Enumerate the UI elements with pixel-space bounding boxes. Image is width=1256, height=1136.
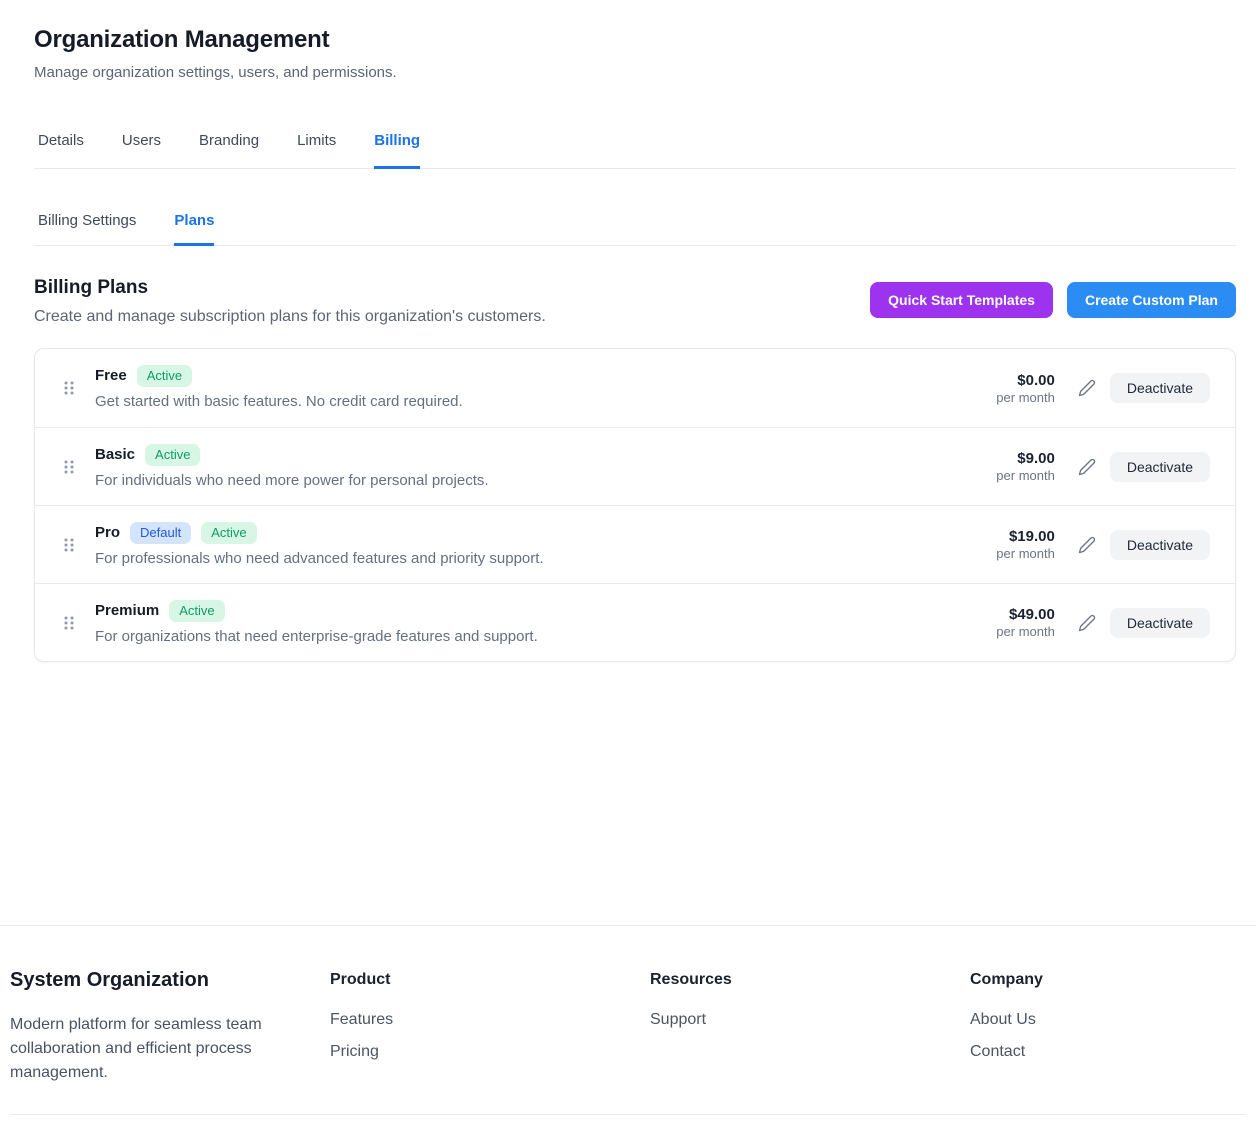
plan-name: Premium [95,602,159,620]
plan-price: $0.00 per month [996,371,1055,406]
plan-row-pro: Pro Default Active For professionals who… [35,505,1235,583]
status-badge-active: Active [137,365,192,387]
footer-column-product: Product Features Pricing [330,926,650,1085]
plan-description: Get started with basic features. No cred… [95,393,996,411]
price-period: per month [996,390,1055,406]
price-amount: $19.00 [1009,527,1055,546]
billing-plans-header-text: Billing Plans Create and manage subscrip… [34,277,546,326]
plan-info: Free Active Get started with basic featu… [95,365,996,411]
drag-dots-icon [63,537,75,553]
footer-column-company: Company About Us Contact [970,926,1246,1085]
plan-name: Pro [95,524,120,542]
plan-row-premium: Premium Active For organizations that ne… [35,583,1235,661]
price-period: per month [996,624,1055,640]
tab-users[interactable]: Users [122,132,161,168]
footer-links: Features Pricing [330,1011,650,1061]
footer-column-title: Company [970,970,1246,989]
edit-plan-button[interactable] [1071,607,1103,639]
plan-price: $19.00 per month [996,527,1055,562]
edit-plan-button[interactable] [1071,529,1103,561]
pencil-icon [1078,614,1096,632]
subtab-billing-settings[interactable]: Billing Settings [38,212,136,245]
plans-list: Free Active Get started with basic featu… [34,348,1236,662]
plan-description: For professionals who need advanced feat… [95,550,996,568]
plan-description: For organizations that need enterprise-g… [95,628,996,646]
footer-description: Modern platform for seamless team collab… [10,1013,290,1085]
billing-subtabs: Billing Settings Plans [34,212,1236,246]
plan-name-line: Free Active [95,365,996,387]
footer-links: Support [650,1011,970,1029]
tab-branding[interactable]: Branding [199,132,259,168]
edit-plan-button[interactable] [1071,451,1103,483]
price-period: per month [996,468,1055,484]
plan-name: Basic [95,446,135,464]
plan-name-line: Pro Default Active [95,522,996,544]
drag-handle-icon[interactable] [63,537,75,553]
status-badge-active: Active [145,444,200,466]
footer-column-title: Product [330,970,650,989]
plan-name: Free [95,367,127,385]
plan-name-line: Premium Active [95,600,996,622]
footer-link-support[interactable]: Support [650,1011,970,1029]
footer-brand: System Organization [10,926,330,992]
deactivate-button[interactable]: Deactivate [1110,373,1210,403]
status-badge-active: Active [201,522,256,544]
plan-info: Pro Default Active For professionals who… [95,522,996,568]
tab-details[interactable]: Details [38,132,84,168]
price-amount: $9.00 [1017,449,1055,468]
footer-divider [10,1114,1246,1115]
price-period: per month [996,546,1055,562]
page-title: Organization Management [34,0,1236,53]
quick-start-templates-button[interactable]: Quick Start Templates [870,282,1053,318]
plan-price: $49.00 per month [996,605,1055,640]
deactivate-button[interactable]: Deactivate [1110,530,1210,560]
plan-info: Premium Active For organizations that ne… [95,600,996,646]
pencil-icon [1078,458,1096,476]
deactivate-button[interactable]: Deactivate [1110,608,1210,638]
page-subtitle: Manage organization settings, users, and… [34,64,1236,82]
main-tabs: Details Users Branding Limits Billing [34,132,1236,169]
status-badge-active: Active [169,600,224,622]
deactivate-button[interactable]: Deactivate [1110,452,1210,482]
drag-dots-icon [63,459,75,475]
default-badge: Default [130,522,191,544]
pencil-icon [1078,379,1096,397]
drag-dots-icon [63,615,75,631]
footer-links: About Us Contact [970,1011,1246,1061]
pencil-icon [1078,536,1096,554]
footer-column-title: Resources [650,970,970,989]
price-amount: $49.00 [1009,605,1055,624]
footer-grid: System Organization Modern platform for … [10,926,1246,1085]
plan-name-line: Basic Active [95,444,996,466]
plan-info: Basic Active For individuals who need mo… [95,444,996,490]
footer-link-contact[interactable]: Contact [970,1043,1246,1061]
subtab-plans[interactable]: Plans [174,212,214,245]
section-subtitle: Create and manage subscription plans for… [34,307,546,326]
page-footer: System Organization Modern platform for … [0,925,1256,1136]
footer-link-features[interactable]: Features [330,1011,650,1029]
billing-plans-actions: Quick Start Templates Create Custom Plan [870,282,1236,318]
section-title: Billing Plans [34,277,546,299]
drag-handle-icon[interactable] [63,380,75,396]
billing-plans-header: Billing Plans Create and manage subscrip… [34,277,1236,326]
footer-column-resources: Resources Support [650,926,970,1085]
organization-management-page: Organization Management Manage organizat… [34,0,1236,662]
footer-brand-column: System Organization Modern platform for … [10,926,330,1085]
tab-billing[interactable]: Billing [374,132,420,168]
plan-price: $9.00 per month [996,449,1055,484]
price-amount: $0.00 [1017,371,1055,390]
footer-inner: System Organization Modern platform for … [10,926,1246,1136]
create-custom-plan-button[interactable]: Create Custom Plan [1067,282,1236,318]
drag-handle-icon[interactable] [63,615,75,631]
plan-row-free: Free Active Get started with basic featu… [35,349,1235,427]
drag-dots-icon [63,380,75,396]
footer-link-pricing[interactable]: Pricing [330,1043,650,1061]
footer-link-about-us[interactable]: About Us [970,1011,1246,1029]
plan-row-basic: Basic Active For individuals who need mo… [35,427,1235,505]
tab-limits[interactable]: Limits [297,132,336,168]
drag-handle-icon[interactable] [63,459,75,475]
plan-description: For individuals who need more power for … [95,472,996,490]
edit-plan-button[interactable] [1071,372,1103,404]
